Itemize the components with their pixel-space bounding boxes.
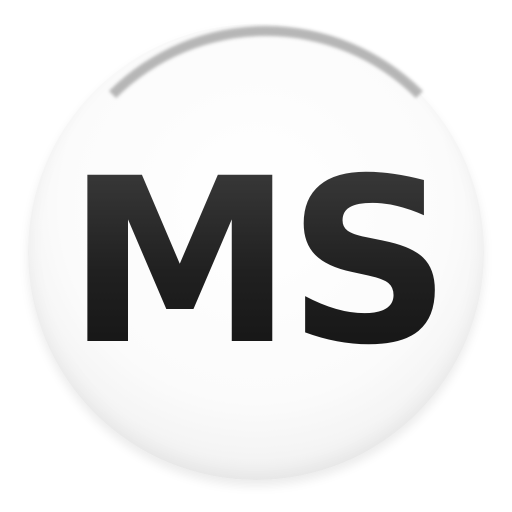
icon-label: MS xyxy=(0,148,512,376)
app-icon: MS xyxy=(0,0,512,512)
